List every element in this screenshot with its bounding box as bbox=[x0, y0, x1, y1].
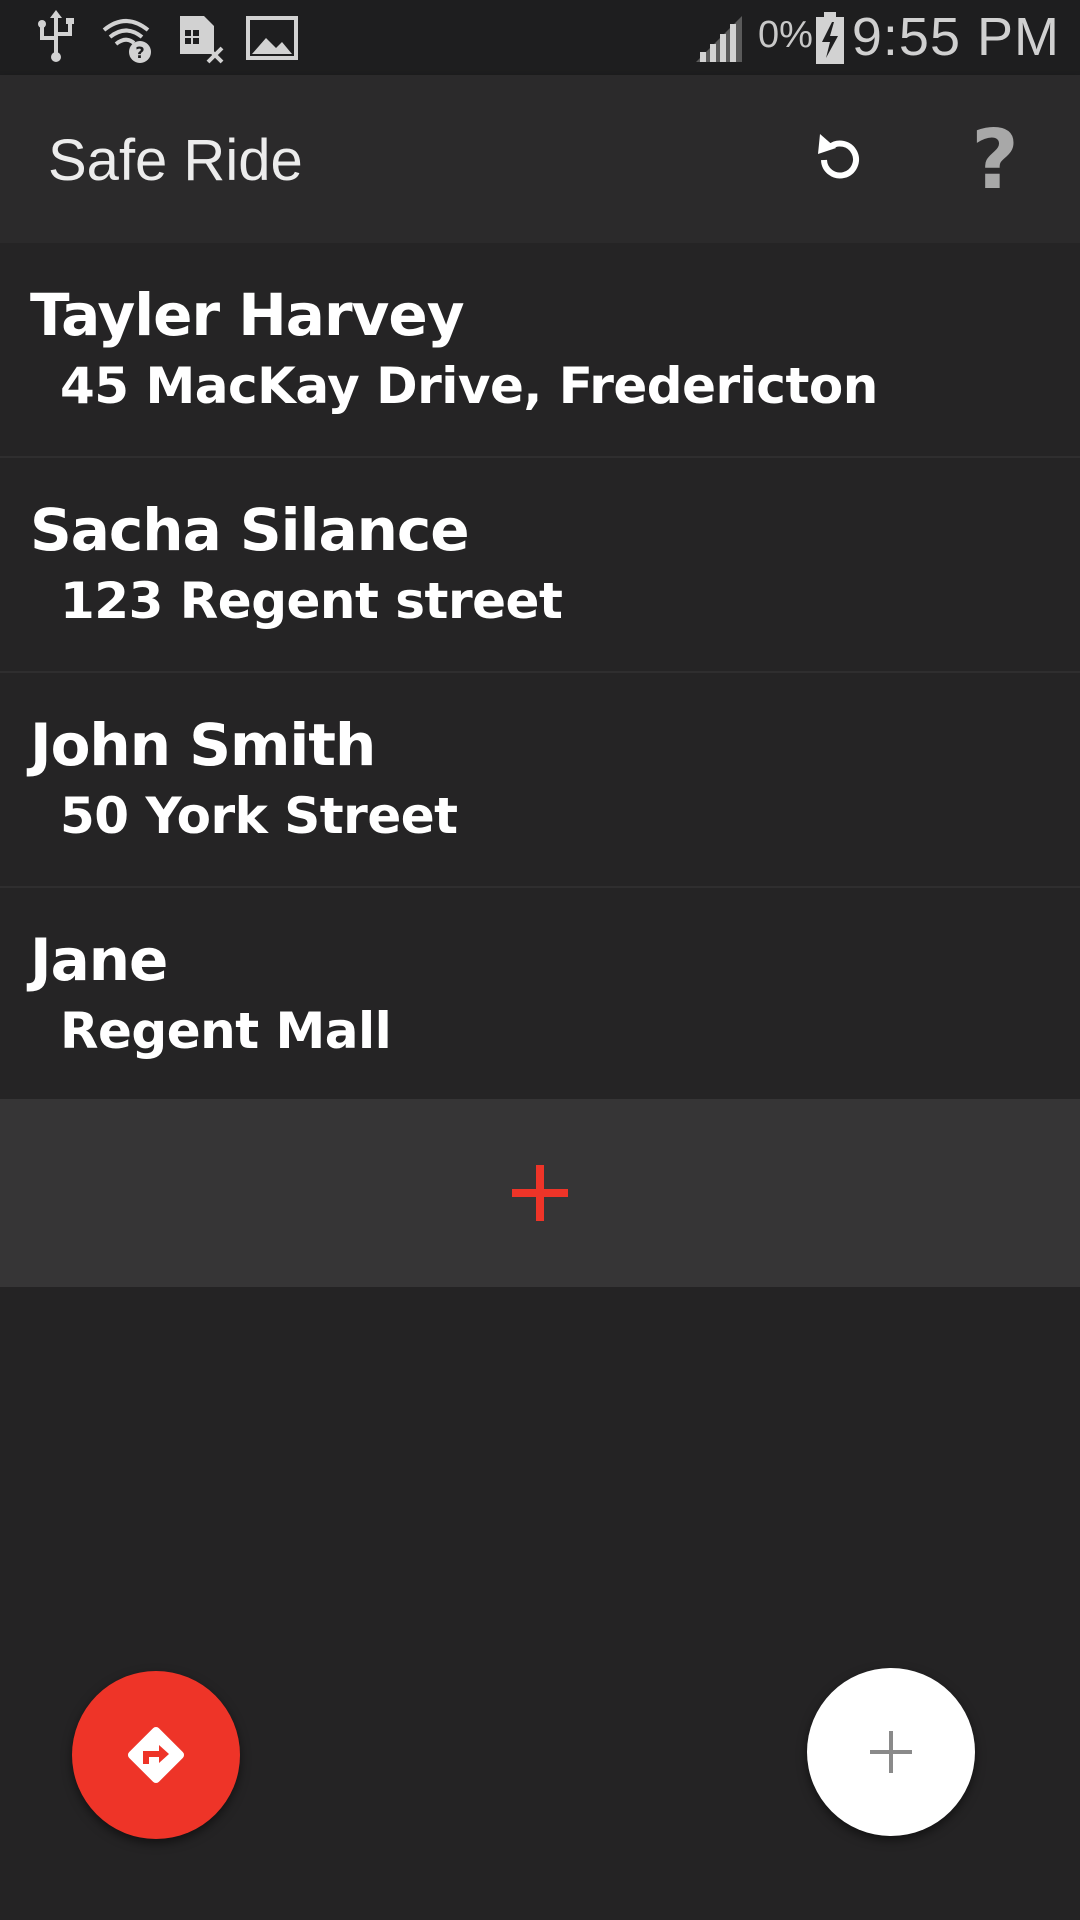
ride-name: Tayler Harvey bbox=[30, 281, 464, 349]
plus-icon bbox=[870, 1731, 912, 1773]
refresh-icon bbox=[818, 134, 859, 179]
ride-address: 123 Regent street bbox=[60, 572, 563, 630]
image-icon bbox=[246, 16, 298, 60]
add-ride-row-button[interactable] bbox=[0, 1099, 1080, 1287]
ride-name: John Smith bbox=[30, 711, 376, 779]
svg-text:?: ? bbox=[135, 43, 144, 62]
battery-charging-icon bbox=[816, 12, 844, 64]
status-bar: ? 0% 9:55 PM bbox=[0, 0, 1080, 75]
list-item[interactable]: Sacha Silance 123 Regent street bbox=[0, 458, 1080, 673]
svg-text:?: ? bbox=[971, 120, 1019, 200]
ride-address: Regent Mall bbox=[60, 1002, 392, 1060]
ride-address: 50 York Street bbox=[60, 787, 458, 845]
app-bar: Safe Ride ? bbox=[0, 75, 1080, 243]
add-button[interactable] bbox=[807, 1668, 975, 1836]
list-item[interactable]: Tayler Harvey 45 MacKay Drive, Frederict… bbox=[0, 243, 1080, 458]
list-item[interactable]: Jane Regent Mall bbox=[0, 888, 1080, 1103]
clock: 9:55 PM bbox=[851, 7, 1060, 67]
ride-name: Jane bbox=[30, 926, 168, 994]
directions-icon bbox=[127, 1726, 185, 1784]
directions-button[interactable] bbox=[72, 1671, 240, 1839]
plus-icon bbox=[512, 1165, 568, 1221]
app-title: Safe Ride bbox=[48, 128, 303, 193]
ride-name: Sacha Silance bbox=[30, 496, 470, 564]
battery-percent: 0% bbox=[758, 14, 813, 56]
help-icon: ? bbox=[971, 120, 1019, 200]
signal-icon bbox=[696, 16, 742, 62]
list-item[interactable]: John Smith 50 York Street bbox=[0, 673, 1080, 888]
sim-error-icon bbox=[180, 16, 224, 64]
ride-address: 45 MacKay Drive, Fredericton bbox=[60, 357, 878, 415]
help-button[interactable]: ? bbox=[950, 115, 1040, 205]
refresh-button[interactable] bbox=[795, 115, 885, 205]
usb-icon bbox=[38, 10, 74, 62]
rides-list: Tayler Harvey 45 MacKay Drive, Frederict… bbox=[0, 243, 1080, 1103]
wifi-unknown-icon: ? bbox=[102, 19, 151, 63]
